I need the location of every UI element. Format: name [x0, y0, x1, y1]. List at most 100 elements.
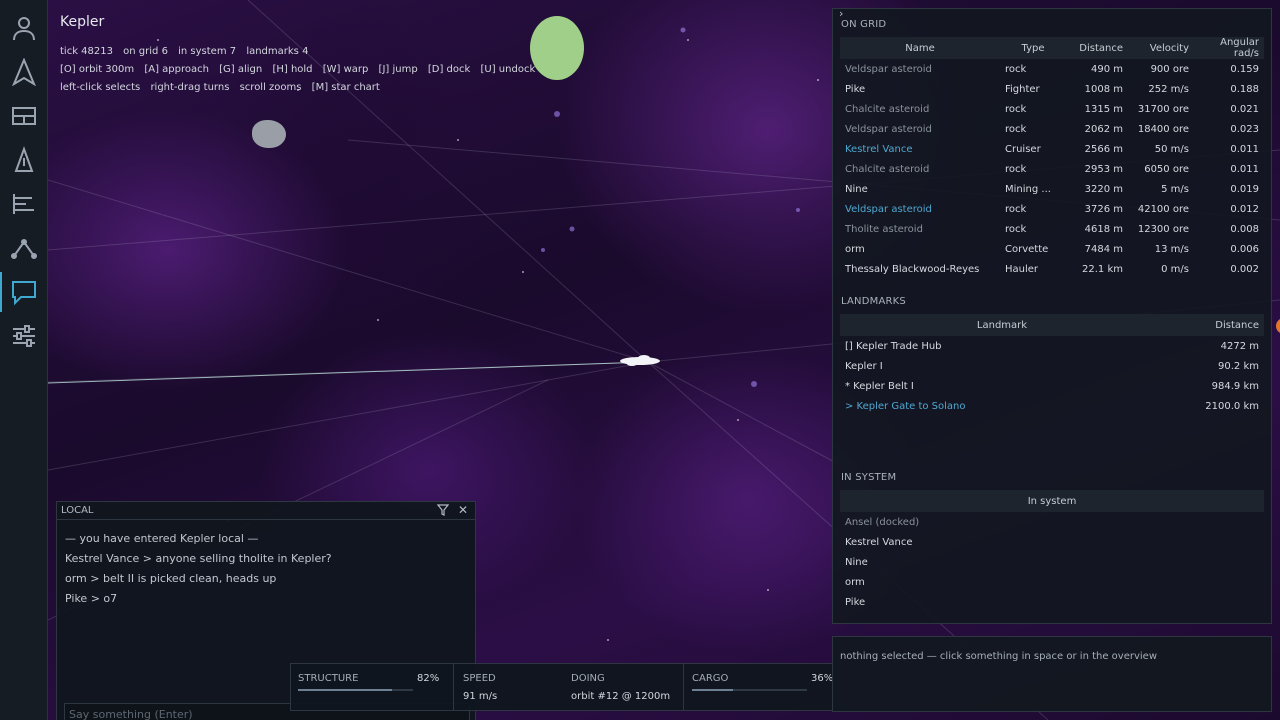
doing-label: DOING [571, 673, 605, 684]
chat-title: LOCAL [61, 505, 94, 516]
col-landmark-distance[interactable]: Distance [1164, 314, 1264, 336]
row-distance: 3726 m [1084, 203, 1123, 215]
hotkey-jump: [J] jump [378, 64, 418, 75]
col-name[interactable]: Name [840, 37, 1000, 59]
cargo-percent: 36% [811, 673, 834, 684]
row-angular: 0.159 [1230, 63, 1259, 75]
doing-value: orbit #12 @ 1200m [571, 691, 671, 702]
map-icon[interactable] [8, 232, 40, 264]
overview-row[interactable]: Nine Mining ... 3220 m 5 m/s 0.019 [840, 179, 1264, 199]
structure-bar [298, 689, 413, 691]
fitting-icon[interactable] [8, 144, 40, 176]
landmark-name: > Kepler Gate to Solano [845, 400, 966, 412]
row-type: rock [1005, 163, 1027, 175]
structure-label: STRUCTURE [298, 673, 359, 684]
overview-row[interactable]: Tholite asteroid rock 4618 m 12300 ore 0.008 [840, 219, 1264, 239]
landmark-row[interactable]: > Kepler Gate to Solano 2100.0 km [840, 396, 1264, 416]
row-velocity: 50 m/s [1154, 143, 1189, 155]
col-landmark[interactable]: Landmark [840, 314, 1164, 336]
row-angular: 0.002 [1230, 263, 1259, 275]
hud-stat-in-system: in system 7 [178, 46, 237, 57]
in-system-row[interactable]: Nine [840, 552, 1264, 572]
row-velocity: 0 m/s [1161, 263, 1189, 275]
speed-value: 91 m/s [463, 691, 498, 702]
row-velocity: 6050 ore [1144, 163, 1189, 175]
filter-icon[interactable] [436, 504, 450, 519]
row-angular: 0.188 [1230, 83, 1259, 95]
row-angular: 0.006 [1230, 243, 1259, 255]
settings-icon[interactable] [8, 320, 40, 352]
overview-row[interactable]: Thessaly Blackwood-Reyes Hauler 22.1 km 0 m… [840, 259, 1264, 279]
row-name: Chalcite asteroid [845, 103, 930, 115]
help-turn: right-drag turns [150, 82, 230, 93]
landmark-row[interactable]: * Kepler Belt I 984.9 km [840, 376, 1264, 396]
col-in-system[interactable]: In system [840, 490, 1264, 512]
in-system-row[interactable]: Ansel (docked) [840, 512, 1264, 532]
in-system-title: IN SYSTEM [841, 472, 897, 483]
row-angular: 0.019 [1230, 183, 1259, 195]
row-name: Chalcite asteroid [845, 163, 930, 175]
inventory-icon[interactable] [8, 100, 40, 132]
ship-icon[interactable] [8, 56, 40, 88]
row-distance: 22.1 km [1082, 263, 1123, 275]
row-distance: 490 m [1090, 63, 1123, 75]
overview-row[interactable]: Pike Fighter 1008 m 252 m/s 0.188 [840, 79, 1264, 99]
overview-row[interactable]: Veldspar asteroid rock 2062 m 18400 ore 0.02… [840, 119, 1264, 139]
row-velocity: 12300 ore [1137, 223, 1189, 235]
landmark-distance: 2100.0 km [1205, 400, 1259, 412]
col-angular[interactable]: Angular rad/s [1194, 37, 1264, 59]
row-distance: 2062 m [1084, 123, 1123, 135]
in-system-row[interactable]: orm [840, 572, 1264, 592]
on-grid-table: Name Type Distance Velocity Angular rad/… [840, 37, 1264, 279]
cargo-bar-fill [692, 689, 734, 691]
overview-row[interactable]: Veldspar asteroid rock 490 m 900 ore 0.159 [840, 59, 1264, 79]
row-type: rock [1005, 63, 1027, 75]
row-angular: 0.021 [1230, 103, 1259, 115]
row-name: Veldspar asteroid [845, 123, 932, 135]
row-type: Fighter [1005, 83, 1040, 95]
close-icon[interactable]: ✕ [458, 503, 468, 517]
row-distance: 2566 m [1084, 143, 1123, 155]
row-type: Cruiser [1005, 143, 1041, 155]
row-velocity: 31700 ore [1137, 103, 1189, 115]
landmark-name: Kepler I [845, 360, 883, 372]
hotkey-approach: [A] approach [144, 64, 209, 75]
in-system-row[interactable]: Pike [840, 592, 1264, 612]
chat-message: — you have entered Kepler local — [65, 532, 259, 545]
col-distance[interactable]: Distance [1066, 37, 1128, 59]
row-angular: 0.023 [1230, 123, 1259, 135]
selection-panel: nothing selected — click something in sp… [832, 636, 1272, 712]
chat-icon[interactable] [0, 272, 40, 312]
hud-stat-landmarks: landmarks 4 [246, 46, 309, 57]
overview-row[interactable]: Veldspar asteroid rock 3726 m 42100 ore 0.01… [840, 199, 1264, 219]
landmarks-title: LANDMARKS [841, 296, 906, 307]
structure-percent: 82% [417, 673, 440, 684]
landmark-row[interactable]: Kepler I 90.2 km [840, 356, 1264, 376]
left-nav [0, 0, 48, 720]
help-zoom: scroll zooms [239, 82, 302, 93]
overview-icon[interactable] [8, 188, 40, 220]
row-velocity: 42100 ore [1137, 203, 1189, 215]
col-type[interactable]: Type [1000, 37, 1066, 59]
overview-row[interactable]: Kestrel Vance Cruiser 2566 m 50 m/s 0.011 [840, 139, 1264, 159]
system-title: Kepler [60, 14, 105, 30]
hotkey-hold: [H] hold [272, 64, 313, 75]
col-velocity[interactable]: Velocity [1128, 37, 1194, 59]
help-star-chart: [M] star chart [311, 82, 380, 93]
landmark-name: * Kepler Belt I [845, 380, 914, 392]
character-icon[interactable] [8, 12, 40, 44]
landmark-distance: 4272 m [1220, 340, 1259, 352]
player-ship[interactable] [610, 346, 670, 376]
row-velocity: 252 m/s [1148, 83, 1189, 95]
chat-header: LOCAL ✕ [57, 502, 475, 520]
hotkey-orbit: [O] orbit 300m [60, 64, 135, 75]
overview-row[interactable]: Chalcite asteroid rock 2953 m 6050 ore 0.011 [840, 159, 1264, 179]
row-name: Veldspar asteroid [845, 63, 932, 75]
overview-row[interactable]: Chalcite asteroid rock 1315 m 31700 ore 0.02… [840, 99, 1264, 119]
planet-grey[interactable] [252, 120, 286, 148]
in-system-row[interactable]: Kestrel Vance [840, 532, 1264, 552]
overview-row[interactable]: orm Corvette 7484 m 13 m/s 0.006 [840, 239, 1264, 259]
row-angular: 0.011 [1230, 163, 1259, 175]
landmark-row[interactable]: [] Kepler Trade Hub 4272 m [840, 336, 1264, 356]
row-velocity: 5 m/s [1161, 183, 1189, 195]
